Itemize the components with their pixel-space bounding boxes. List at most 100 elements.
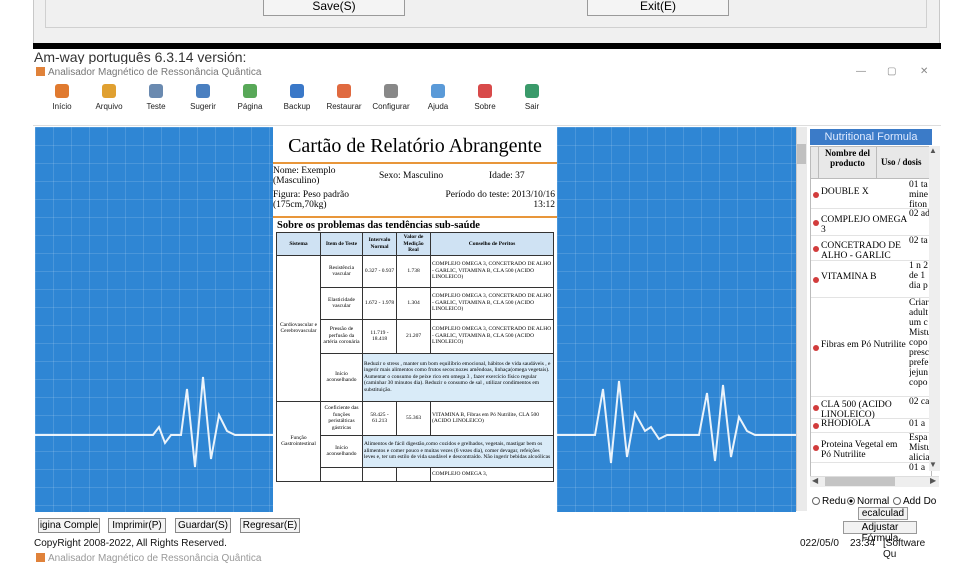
value-cell: 21.207 [396, 318, 431, 354]
nutrition-hscroll-thumb[interactable] [825, 477, 895, 486]
print-button[interactable]: Imprimir(P) [108, 518, 166, 533]
section-heading: Sobre os problemas das tendências sub-sa… [277, 220, 480, 231]
toolbar-button-arquivo[interactable]: Arquivo [87, 84, 131, 111]
status-dot-icon [813, 423, 819, 429]
shield-icon [196, 84, 210, 98]
value-cell: 1.738 [396, 254, 431, 288]
patient-name: Nome: Exemplo (Masculino) [273, 166, 336, 186]
system-cell: Função Gastrointestinal [276, 400, 321, 482]
value-cell [396, 466, 431, 482]
scroll-up-icon[interactable]: ▲ [929, 146, 937, 155]
toolbar-button-sair[interactable]: Sair [510, 84, 554, 111]
product-name: CLA 500 (ACIDO LINOLEICO) [821, 400, 892, 420]
advice-cell: COMPLEJO OMEGA 3, CONCETRADO DE ALHO - G… [430, 254, 554, 288]
patient-info-row1: Nome: Exemplo (Masculino) Sexo: Masculin… [273, 164, 557, 190]
toolbar-button-restaurar[interactable]: Restaurar [322, 84, 366, 111]
dose-normal-radio[interactable]: Normal [847, 496, 889, 507]
tools-icon [384, 84, 398, 98]
status-dot-icon [813, 405, 819, 411]
advice-cell: COMPLEJO OMEGA 3, CONCETRADO DE ALHO - G… [430, 286, 554, 320]
nutrition-scrollbar[interactable] [929, 146, 940, 471]
status-dot-icon [813, 277, 819, 283]
previous-window-panel [45, 0, 927, 28]
maximize-icon[interactable]: ▢ [887, 66, 896, 77]
toolbar-button-sobre[interactable]: Sobre [463, 84, 507, 111]
exit-button-top[interactable]: Exit(E) [587, 0, 729, 16]
nutrition-row[interactable]: Proteina Vegetal em Pó Nutrilite Espa Mis… [811, 433, 931, 463]
toolbar-button-configurar[interactable]: Configurar [369, 84, 413, 111]
toolbar-label: Arquivo [95, 102, 123, 111]
adjust-formula-button[interactable]: Adjustar Fórmula [843, 521, 917, 544]
nutrition-row[interactable]: 01 a [811, 463, 931, 476]
radio-label: Add Do [903, 496, 937, 507]
copyright-text: CopyRight 2008-2022, All Rights Reserved… [34, 538, 227, 549]
toolbar-button-ajuda[interactable]: Ajuda [416, 84, 460, 111]
backup-icon [290, 84, 304, 98]
nutrition-table: Nombre del producto Uso / dosis DOUBLE X… [810, 146, 932, 477]
app-icon [36, 67, 45, 76]
scroll-down-icon[interactable]: ▼ [929, 460, 937, 469]
toolbar-button-teste[interactable]: Teste [134, 84, 178, 111]
back-button[interactable]: Regresar(E) [240, 518, 300, 533]
nutrition-row[interactable]: RHODIOLA 01 a [811, 419, 931, 433]
advice-cell: Alimentos de fácil digestão,como cozidos… [362, 434, 554, 468]
toolbar-button-p-gina[interactable]: Página [228, 84, 272, 111]
item-cell: Elasticidade vascular [320, 286, 363, 320]
recalculate-button[interactable]: ecalculad [858, 507, 908, 520]
status-date: 022/05/0 [800, 538, 839, 549]
nutrition-row[interactable]: DOUBLE X 01 ta mine fiton [811, 180, 931, 210]
toolbar-button-sugerir[interactable]: Sugerir [181, 84, 225, 111]
item-cell: Início aconselhando [320, 434, 363, 468]
product-name: COMPLEJO OMEGA 3 [821, 215, 907, 235]
status-dot-icon [813, 220, 819, 226]
normal-cell: 11.719 - 18.418 [362, 318, 397, 354]
radio-icon [893, 497, 901, 506]
scroll-left-icon[interactable]: ◀ [812, 476, 818, 485]
product-name: VITAMINA B [821, 272, 877, 282]
save-button-top[interactable]: Save(S) [263, 0, 405, 16]
normal-cell [362, 466, 397, 482]
nutrition-row[interactable]: CLA 500 (ACIDO LINOLEICO) 02 ca [811, 397, 931, 420]
normal-cell: 58.425 - 61.213 [362, 400, 397, 436]
complete-page-button[interactable]: igina Comple [38, 518, 100, 533]
toolbar-button-backup[interactable]: Backup [275, 84, 319, 111]
radio-label: Redu [822, 496, 846, 507]
help-icon [431, 84, 445, 98]
minimize-icon[interactable]: — [856, 66, 866, 77]
toolbar-label: Restaurar [326, 102, 362, 111]
item-cell: Pressão de perfusão da artéria coronária [320, 318, 363, 354]
toolbar-label: Teste [146, 102, 166, 111]
product-name: CONCETRADO DE ALHO - GARLIC [821, 241, 901, 261]
scroll-right-icon[interactable]: ▶ [930, 476, 936, 485]
advice-cell: COMPLEJO OMEGA 3, [430, 466, 554, 482]
nutrition-row[interactable]: CONCETRADO DE ALHO - GARLIC 02 ta [811, 236, 931, 261]
save-button[interactable]: Guardar(S) [175, 518, 231, 533]
nutrition-row[interactable]: VITAMINA B1 n 2 de 1 dia p [811, 261, 931, 298]
item-cell [320, 466, 363, 482]
page-icon [243, 84, 257, 98]
nutrition-row[interactable]: COMPLEJO OMEGA 3 02 ad [811, 209, 931, 236]
row-header-corner [811, 147, 819, 179]
nutrition-row[interactable]: Fibras em Pó Nutrilite Criar adult um c M… [811, 298, 931, 397]
toolbar-label: Página [237, 102, 263, 111]
table-row: Cardiovascular e Cerebrovascular Resistê… [276, 254, 554, 402]
col-header: Intervalo Normal [362, 232, 397, 256]
patient-info-row2: Figura: Peso padrão (175cm,70kg) Período… [273, 190, 557, 216]
radio-icon [847, 497, 855, 506]
toolbar-label: Configurar [372, 102, 410, 111]
report-scroll-thumb[interactable] [797, 144, 806, 164]
status-bar: CopyRight 2008-2022, All Rights Reserved… [33, 537, 941, 560]
test-icon [149, 84, 163, 98]
toolbar-button-in-cio[interactable]: Início [40, 84, 84, 111]
system-cell: Cardiovascular e Cerebrovascular [276, 254, 321, 402]
dose-add-radio[interactable]: Add Do [893, 496, 936, 507]
report-scrollbar[interactable] [796, 127, 807, 511]
advice-cell: VITAMINA B, Fibras em Pó Nutrilite, CLA … [430, 400, 554, 436]
next-window-title-text: Analisador Magnético de Ressonância Quân… [48, 553, 262, 564]
nutrition-panel-header: Nutritional Formula [810, 129, 932, 145]
dose-reduce-radio[interactable]: Redu [812, 496, 846, 507]
patient-figure: Figura: Peso padrão (175cm,70kg) [273, 190, 349, 210]
close-icon[interactable]: ✕ [920, 66, 928, 77]
version-caption: Am-way português 6.3.14 versión: [34, 49, 247, 65]
table-header: Sistema Item de Teste Intervalo Normal V… [276, 232, 554, 256]
